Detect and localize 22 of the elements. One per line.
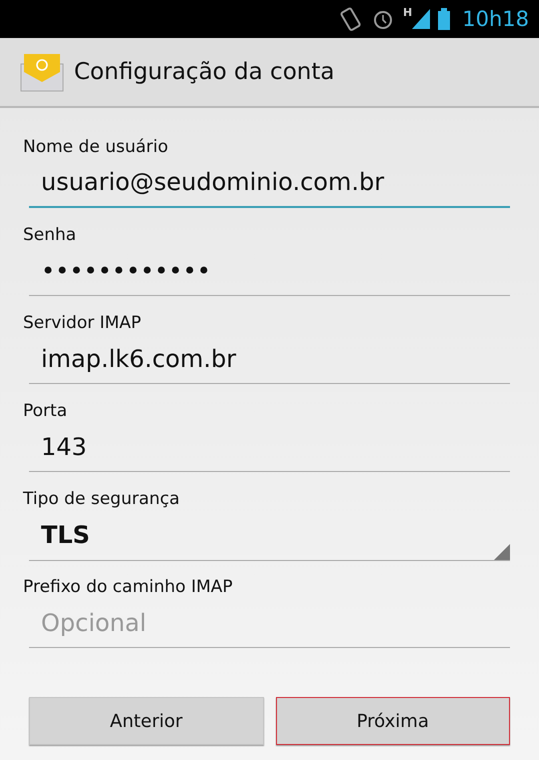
signal-icon	[412, 9, 430, 29]
screen-title: Configuração da conta	[74, 59, 334, 85]
input-field[interactable]: Opcional	[29, 598, 510, 648]
phone-rotate-icon	[339, 6, 364, 32]
nav-button[interactable]: Anterior	[29, 697, 264, 745]
input-field[interactable]: imap.lk6.com.br	[29, 334, 510, 384]
envelope-icon	[20, 52, 64, 92]
dropdown-triangle-icon	[494, 544, 510, 560]
clock: 10h18	[462, 7, 529, 31]
field-label: Prefixo do caminho IMAP	[23, 576, 233, 598]
dropdown[interactable]: TLS	[29, 510, 510, 561]
network-type-label: H	[403, 6, 412, 19]
field-label: Nome de usuário	[23, 136, 168, 158]
input-field[interactable]: usuario@seudominio.com.br	[29, 158, 510, 208]
field-label: Tipo de segurança	[23, 488, 180, 510]
battery-icon	[438, 8, 450, 30]
input-field[interactable]: 143	[29, 422, 510, 472]
field-label: Senha	[23, 224, 76, 246]
field-label: Porta	[23, 400, 68, 422]
field-label: Servidor IMAP	[23, 312, 142, 334]
nav-button[interactable]: Próxima	[276, 697, 510, 745]
input-field[interactable]: ••••••••••••	[29, 246, 510, 296]
